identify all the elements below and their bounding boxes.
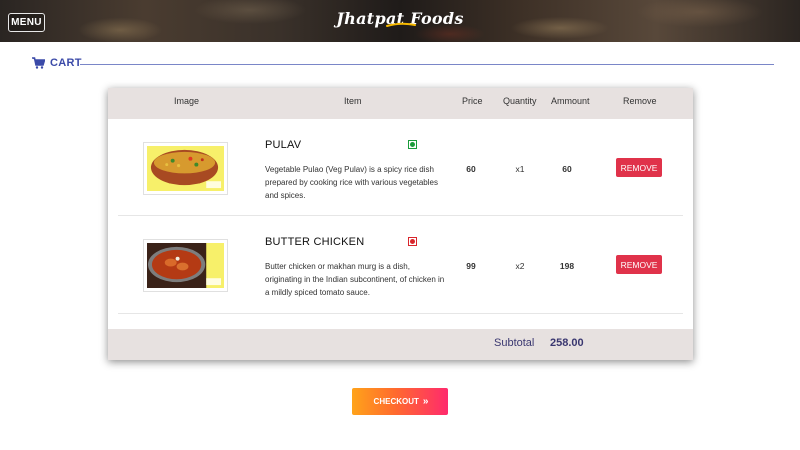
cart-table: Image Item Price Quantity Ammount Remove… bbox=[108, 88, 693, 360]
butter-chicken-dish-image bbox=[143, 239, 228, 292]
subtotal-value: 258.00 bbox=[550, 337, 584, 349]
cart-heading: CART bbox=[32, 57, 82, 69]
column-header-image: Image bbox=[174, 96, 200, 106]
checkout-label: CHECKOUT bbox=[373, 397, 419, 406]
column-header-price: Price bbox=[462, 96, 483, 106]
item-quantity: x1 bbox=[515, 164, 525, 174]
double-chevron-right-icon: » bbox=[422, 396, 428, 407]
cart-heading-divider bbox=[80, 64, 774, 65]
pulav-dish-image bbox=[143, 142, 228, 195]
item-price: 60 bbox=[466, 164, 476, 174]
column-header-quantity: Quantity bbox=[503, 96, 537, 106]
item-name: BUTTER CHICKEN bbox=[265, 236, 365, 248]
item-description: Butter chicken or makhan murg is a dish,… bbox=[265, 262, 445, 297]
top-header: MENU Jhatpat Foods bbox=[0, 0, 800, 42]
row-divider bbox=[118, 313, 683, 314]
item-amount: 198 bbox=[559, 261, 575, 271]
cart-icon bbox=[32, 57, 45, 69]
table-row: BUTTER CHICKEN Butter chicken or makhan … bbox=[108, 216, 693, 314]
brand-swoosh-icon bbox=[386, 22, 416, 27]
table-header: Image Item Price Quantity Ammount Remove bbox=[108, 88, 693, 119]
item-amount: 60 bbox=[562, 164, 572, 174]
item-description: Vegetable Pulao (Veg Pulav) is a spicy r… bbox=[265, 165, 438, 200]
table-footer: Subtotal 258.00 bbox=[108, 329, 693, 360]
checkout-button[interactable]: CHECKOUT » bbox=[352, 388, 448, 415]
column-header-item: Item bbox=[344, 96, 362, 106]
cart-title: CART bbox=[50, 57, 82, 69]
non-veg-indicator-icon bbox=[408, 237, 417, 246]
remove-button[interactable]: REMOVE bbox=[616, 158, 662, 177]
veg-indicator-icon bbox=[408, 140, 417, 149]
item-name: PULAV bbox=[265, 139, 302, 151]
column-header-remove: Remove bbox=[623, 96, 657, 106]
remove-button[interactable]: REMOVE bbox=[616, 255, 662, 274]
item-price: 99 bbox=[466, 261, 476, 271]
column-header-amount: Ammount bbox=[551, 96, 590, 106]
subtotal-label: Subtotal bbox=[494, 337, 535, 349]
item-quantity: x2 bbox=[515, 261, 525, 271]
table-row: PULAV Vegetable Pulao (Veg Pulav) is a s… bbox=[108, 119, 693, 216]
